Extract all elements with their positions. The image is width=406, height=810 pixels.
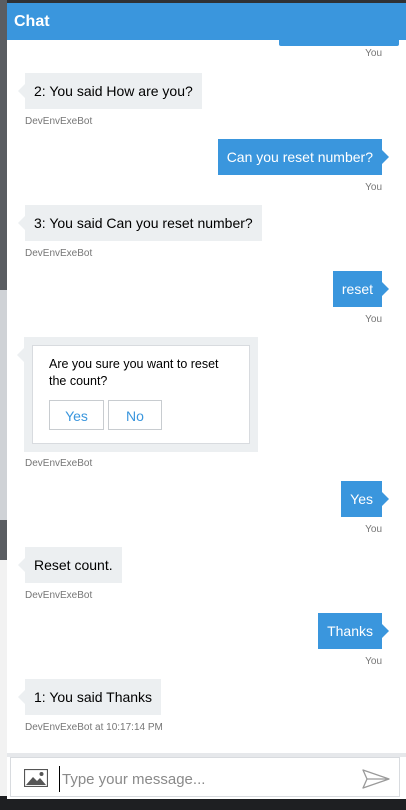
confirm-card: Are you sure you want to reset the count… [17,337,258,452]
message-sender: DevEnvExeBot [25,116,93,127]
message-sender: You [365,48,382,59]
message-sender: DevEnvExeBot [25,458,93,469]
message-sender: You [365,524,382,535]
bot-message: 2: You said How are you? [18,73,202,109]
message-list[interactable]: You 2: You said How are you? DevEnvExeBo… [7,40,406,753]
message-composer [10,757,400,797]
user-message: reset [332,271,390,307]
yes-button[interactable]: Yes [49,400,104,430]
user-message: Yes [341,481,389,517]
bot-message: Reset count. [18,547,122,583]
chat-header: Chat [7,3,406,40]
bot-message: 3: You said Can you reset number? [18,205,262,241]
bot-message: 1: You said Thanks [17,679,162,715]
user-message: Can you reset number? [217,139,390,175]
user-message: Thanks [318,613,389,649]
image-icon[interactable] [24,769,48,787]
message-sender: You [365,656,382,667]
no-button[interactable]: No [108,400,162,430]
card-text: Are you sure you want to reset the count… [49,357,219,388]
message-timestamp: DevEnvExeBot at 10:17:14 PM [25,722,163,733]
chat-window: Chat You 2: You said How are you? DevEnv… [7,3,406,799]
message-sender: DevEnvExeBot [25,590,93,601]
message-sender: DevEnvExeBot [25,248,93,259]
message-input[interactable] [59,766,354,792]
message-sender: You [365,314,382,325]
message-sender: You [365,182,382,193]
send-icon[interactable] [362,769,390,789]
background-strip-left [0,0,7,810]
